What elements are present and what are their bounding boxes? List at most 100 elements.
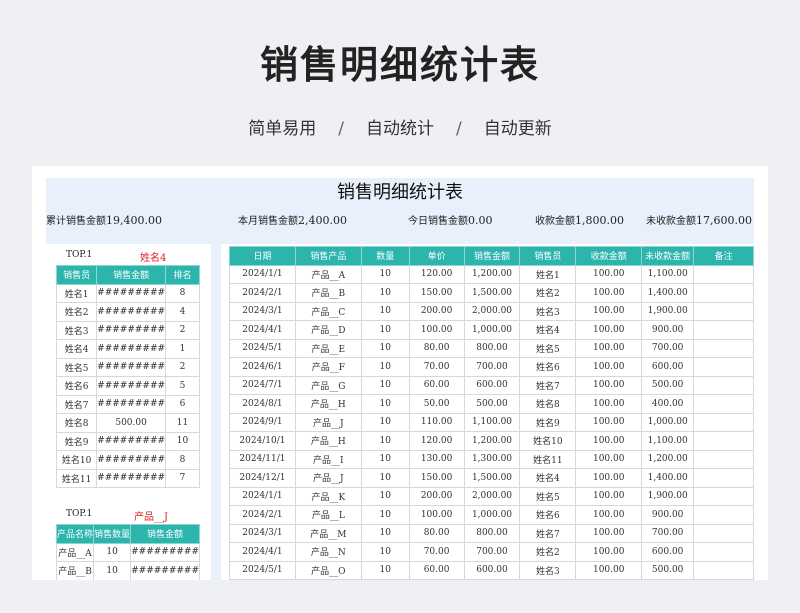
salesperson-cell[interactable]: 姓名3 <box>519 301 577 321</box>
sales-amount-cell[interactable]: 600.00 <box>463 560 521 580</box>
product-cell[interactable]: 产品__G <box>294 375 362 395</box>
unit-price-cell[interactable]: 110.00 <box>408 412 465 432</box>
unit-price-cell[interactable]: 80.00 <box>408 523 465 543</box>
date-cell[interactable]: 2024/1/1 <box>229 264 296 284</box>
unreceived-cell[interactable]: 500.00 <box>641 375 695 395</box>
date-cell[interactable]: 2024/12/1 <box>229 468 296 488</box>
received-cell[interactable]: 100.00 <box>575 523 643 543</box>
unreceived-cell[interactable]: 900.00 <box>641 505 695 525</box>
quantity-cell[interactable]: 10 <box>360 505 410 525</box>
summary-month[interactable]: 本月销售金额2,400.00 <box>238 212 347 227</box>
unreceived-cell[interactable]: 700.00 <box>641 338 695 358</box>
remark-cell[interactable] <box>693 505 754 525</box>
product-name-cell[interactable]: 产品__A <box>55 542 95 562</box>
summary-unreceived[interactable]: 未收款金额17,600.00 <box>646 212 752 227</box>
unreceived-cell[interactable]: 1,100.00 <box>641 431 695 451</box>
sales-amount-cell[interactable]: ######### <box>96 320 167 340</box>
date-cell[interactable]: 2024/9/1 <box>229 412 296 432</box>
remark-cell[interactable] <box>693 338 754 358</box>
received-cell[interactable]: 100.00 <box>575 375 643 395</box>
amount-cell[interactable]: ######### <box>130 542 200 562</box>
product-cell[interactable]: 产品__H <box>294 394 362 414</box>
unreceived-cell[interactable]: 1,400.00 <box>641 468 695 488</box>
salesperson-cell[interactable]: 姓名6 <box>519 505 577 525</box>
product-cell[interactable]: 产品__B <box>294 283 362 303</box>
unreceived-cell[interactable]: 1,400.00 <box>641 283 695 303</box>
unreceived-cell[interactable]: 1,900.00 <box>641 486 695 506</box>
salesperson-cell[interactable]: 姓名2 <box>519 283 577 303</box>
unit-price-cell[interactable]: 70.00 <box>408 542 465 562</box>
date-cell[interactable]: 2024/3/1 <box>229 301 296 321</box>
sales-amount-cell[interactable]: 2,000.00 <box>463 301 521 321</box>
date-cell[interactable]: 2024/4/1 <box>229 542 296 562</box>
column-header[interactable]: 排名 <box>165 265 200 285</box>
quantity-cell[interactable]: 10 <box>360 449 410 469</box>
received-cell[interactable]: 100.00 <box>575 449 643 469</box>
unit-price-cell[interactable]: 100.00 <box>408 320 465 340</box>
unreceived-cell[interactable]: 1,000.00 <box>641 412 695 432</box>
column-header[interactable]: 备注 <box>693 246 754 266</box>
sales-amount-cell[interactable]: ######### <box>96 283 167 303</box>
column-header[interactable]: 销售员 <box>55 265 98 285</box>
salesperson-cell[interactable]: 姓名4 <box>55 339 98 359</box>
product-cell[interactable]: 产品__L <box>294 505 362 525</box>
unit-price-cell[interactable]: 60.00 <box>408 560 465 580</box>
column-header[interactable]: 销售金额 <box>96 265 167 285</box>
rank-cell[interactable]: 4 <box>165 302 200 322</box>
sales-amount-cell[interactable]: 1,000.00 <box>463 320 521 340</box>
rank-cell[interactable]: 11 <box>165 413 200 433</box>
column-header[interactable]: 产品名称 <box>55 524 95 544</box>
remark-cell[interactable] <box>693 412 754 432</box>
remark-cell[interactable] <box>693 357 754 377</box>
column-header[interactable]: 日期 <box>229 246 296 266</box>
sales-amount-cell[interactable]: 1,100.00 <box>463 412 521 432</box>
unit-price-cell[interactable]: 80.00 <box>408 338 465 358</box>
unreceived-cell[interactable]: 1,100.00 <box>641 264 695 284</box>
column-header[interactable]: 销售金额 <box>130 524 200 544</box>
salesperson-cell[interactable]: 姓名6 <box>55 376 98 396</box>
unit-price-cell[interactable]: 50.00 <box>408 394 465 414</box>
product-cell[interactable]: 产品__I <box>294 449 362 469</box>
summary-total[interactable]: 累计销售金额19,400.00 <box>46 212 162 227</box>
sales-amount-cell[interactable]: ######### <box>96 302 167 322</box>
unreceived-cell[interactable]: 500.00 <box>641 560 695 580</box>
sales-amount-cell[interactable]: ######### <box>96 450 167 470</box>
date-cell[interactable]: 2024/11/1 <box>229 449 296 469</box>
received-cell[interactable]: 100.00 <box>575 394 643 414</box>
column-header[interactable]: 销售产品 <box>294 246 362 266</box>
salesperson-cell[interactable]: 姓名7 <box>519 375 577 395</box>
column-header[interactable]: 单价 <box>408 246 465 266</box>
remark-cell[interactable] <box>693 431 754 451</box>
received-cell[interactable]: 100.00 <box>575 486 643 506</box>
sales-amount-cell[interactable]: ######### <box>96 468 167 488</box>
sales-amount-cell[interactable]: 600.00 <box>463 375 521 395</box>
quantity-cell[interactable]: 10 <box>360 301 410 321</box>
unreceived-cell[interactable]: 600.00 <box>641 542 695 562</box>
remark-cell[interactable] <box>693 542 754 562</box>
date-cell[interactable]: 2024/6/1 <box>229 357 296 377</box>
sales-amount-cell[interactable]: 1,200.00 <box>463 264 521 284</box>
sales-amount-cell[interactable]: 1,200.00 <box>463 431 521 451</box>
received-cell[interactable]: 100.00 <box>575 264 643 284</box>
column-header[interactable]: 销售员 <box>519 246 577 266</box>
unreceived-cell[interactable]: 1,900.00 <box>641 301 695 321</box>
sales-amount-cell[interactable]: 700.00 <box>463 357 521 377</box>
received-cell[interactable]: 100.00 <box>575 301 643 321</box>
received-cell[interactable]: 100.00 <box>575 412 643 432</box>
salesperson-cell[interactable]: 姓名10 <box>519 431 577 451</box>
quantity-cell[interactable]: 10 <box>360 338 410 358</box>
product-cell[interactable]: 产品__N <box>294 542 362 562</box>
unit-price-cell[interactable]: 200.00 <box>408 486 465 506</box>
product-cell[interactable]: 产品__E <box>294 338 362 358</box>
rank-cell[interactable]: 5 <box>165 376 200 396</box>
product-cell[interactable]: 产品__J <box>294 468 362 488</box>
quantity-cell[interactable]: 10 <box>360 320 410 340</box>
received-cell[interactable]: 100.00 <box>575 338 643 358</box>
column-header[interactable]: 未收款金额 <box>641 246 695 266</box>
quantity-cell[interactable]: 10 <box>93 542 132 562</box>
product-cell[interactable]: 产品__F <box>294 357 362 377</box>
unit-price-cell[interactable]: 130.00 <box>408 449 465 469</box>
date-cell[interactable]: 2024/4/1 <box>229 320 296 340</box>
sales-amount-cell[interactable]: 500.00 <box>463 394 521 414</box>
product-cell[interactable]: 产品__C <box>294 301 362 321</box>
